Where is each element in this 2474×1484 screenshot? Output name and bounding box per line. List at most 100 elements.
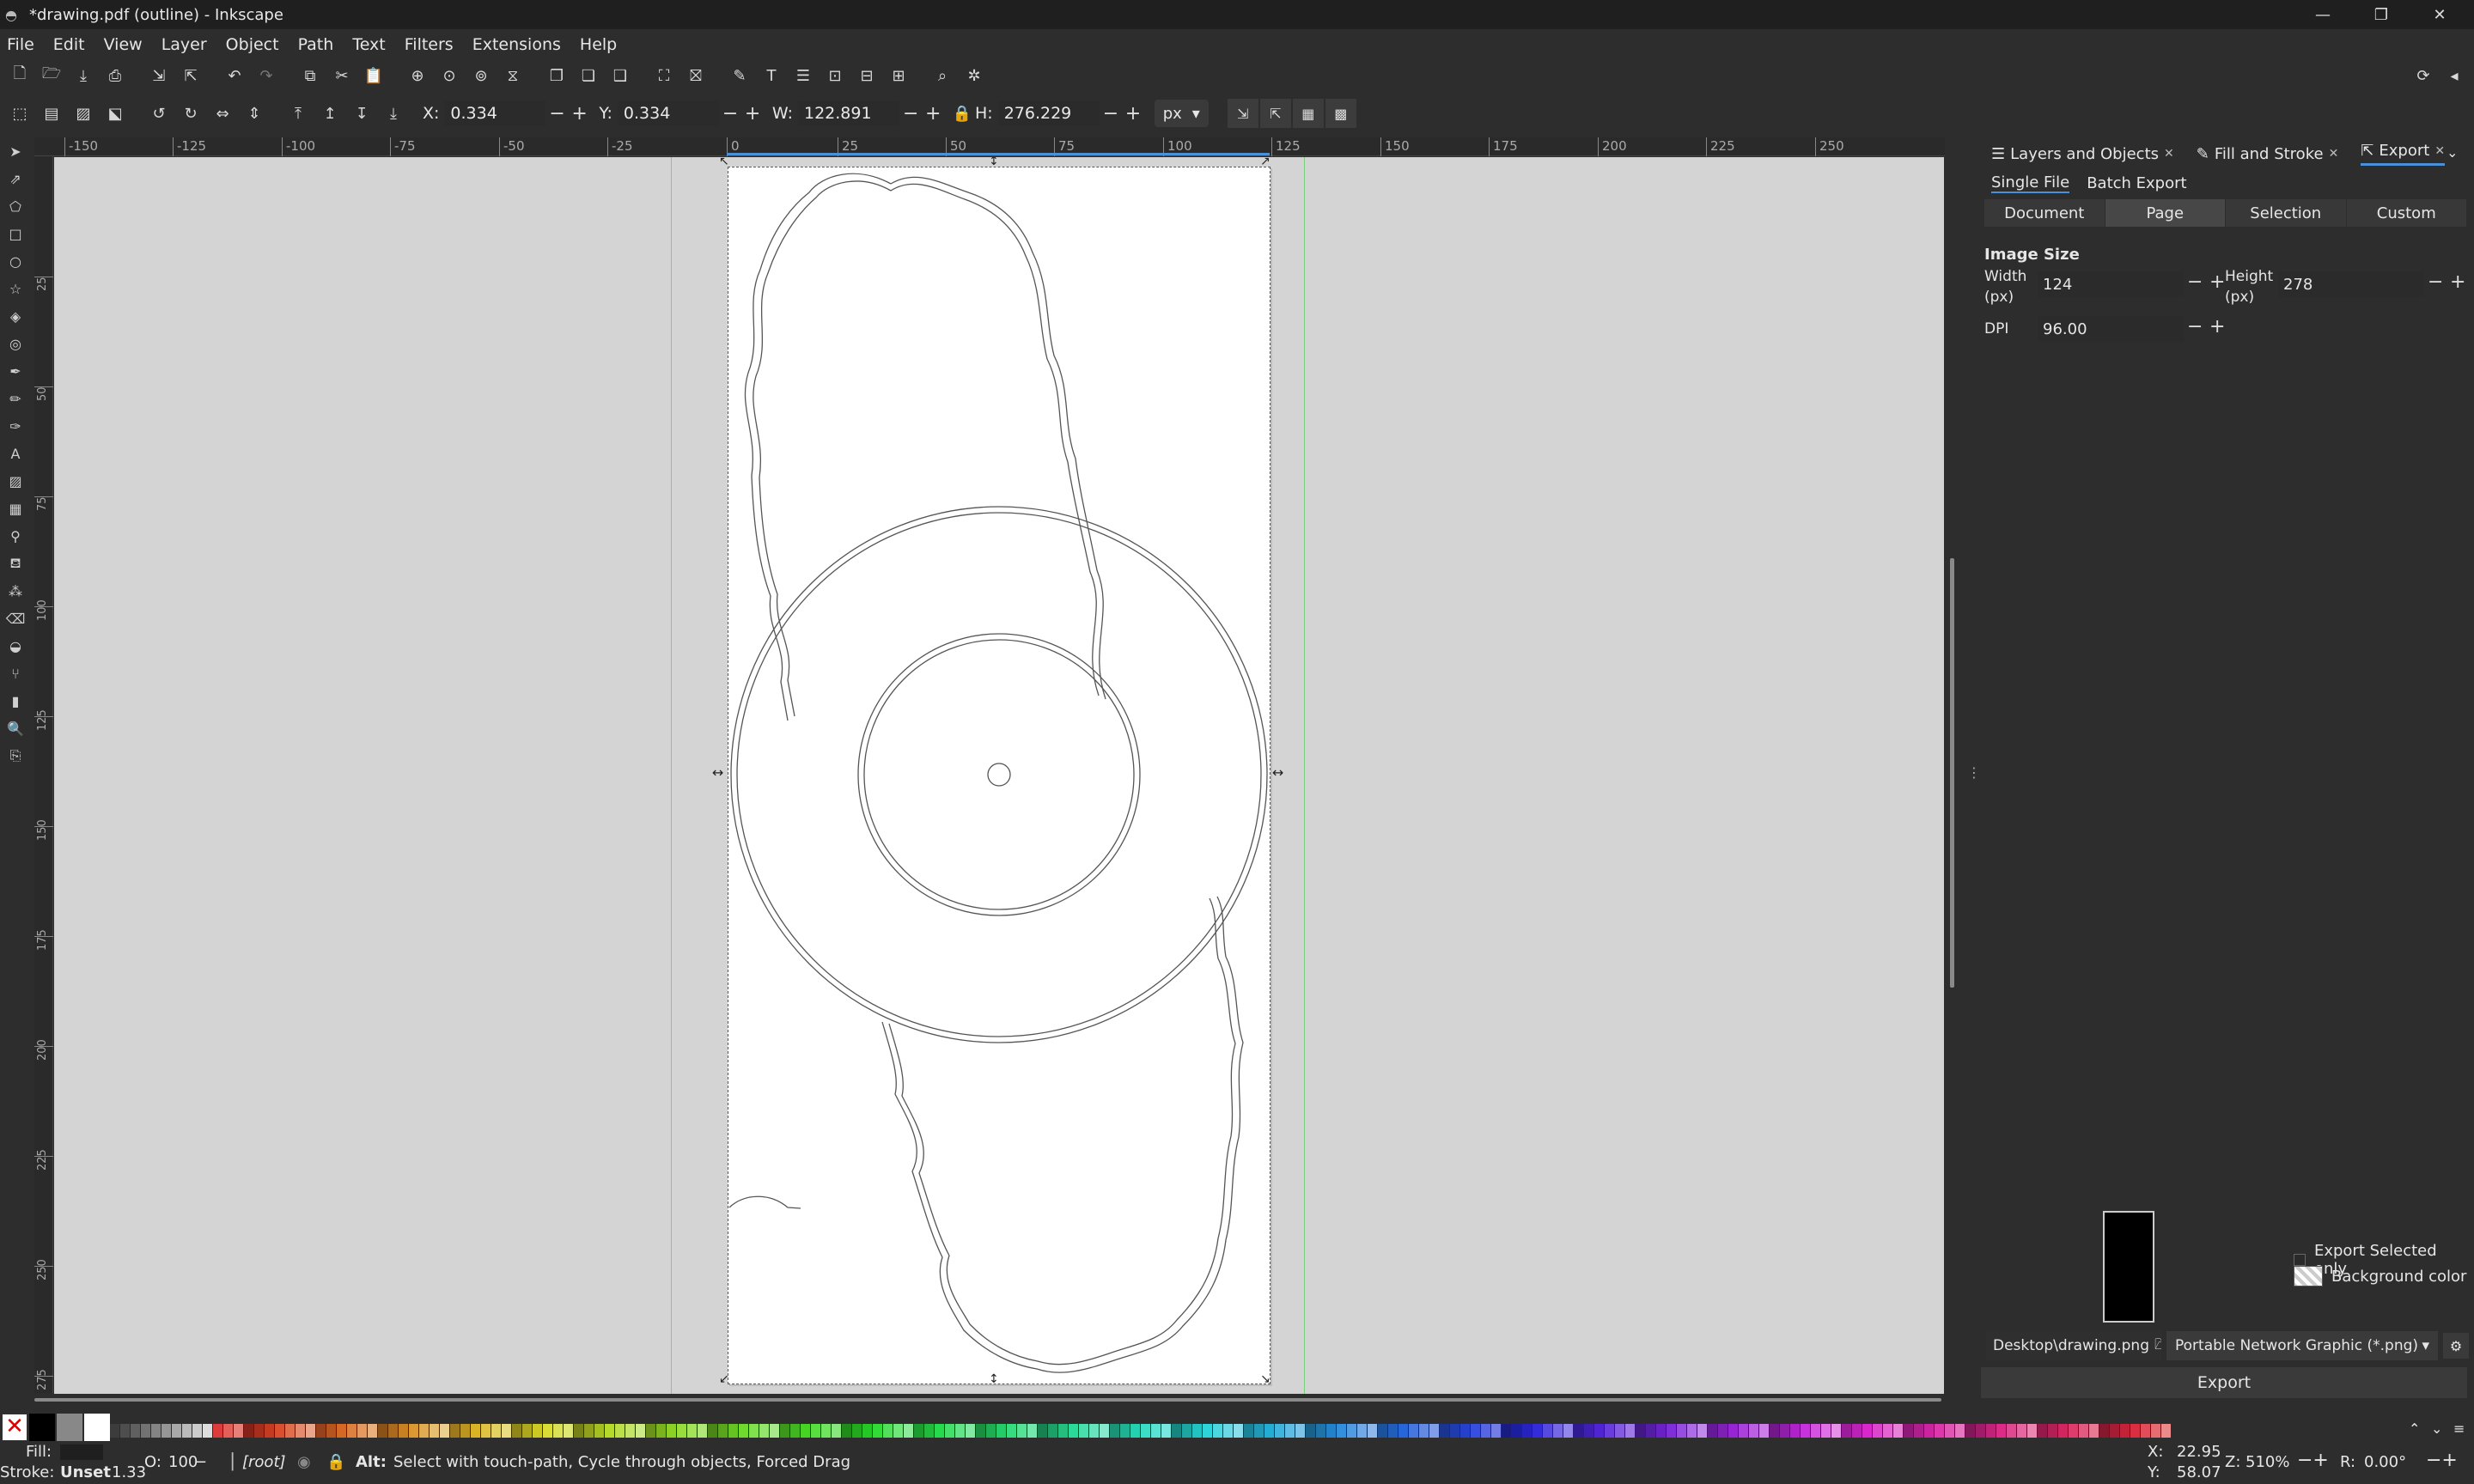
palette-swatch[interactable] xyxy=(2048,1424,2057,1438)
lower-bottom-icon[interactable]: ⤓ xyxy=(382,102,405,125)
palette-swatch[interactable] xyxy=(625,1424,635,1438)
palette-swatch[interactable] xyxy=(223,1424,233,1438)
palette-swatch[interactable] xyxy=(543,1424,552,1438)
palette-swatch[interactable] xyxy=(1749,1424,1758,1438)
batch-export-tab[interactable]: Batch Export xyxy=(2087,174,2186,192)
palette-swatch[interactable] xyxy=(1419,1424,1429,1438)
raise-top-icon[interactable]: ⤒ xyxy=(287,102,309,125)
palette-swatch[interactable] xyxy=(1450,1424,1459,1438)
palette-swatch[interactable] xyxy=(2130,1424,2140,1438)
palette-swatch[interactable] xyxy=(1801,1424,1810,1438)
palette-swatch[interactable] xyxy=(924,1424,934,1438)
palette-swatch[interactable] xyxy=(718,1424,728,1438)
scale-corners-icon[interactable]: ⇱ xyxy=(1259,99,1291,128)
palette-swatch[interactable] xyxy=(285,1424,295,1438)
palette-swatch[interactable] xyxy=(976,1424,985,1438)
zoom-field[interactable]: 510% xyxy=(2245,1453,2289,1471)
palette-swatch[interactable] xyxy=(667,1424,676,1438)
palette-swatch[interactable] xyxy=(1398,1424,1408,1438)
palette-swatch[interactable] xyxy=(966,1424,975,1438)
palette-swatch[interactable] xyxy=(1924,1424,1934,1438)
select-handle-icon[interactable]: ↕ xyxy=(989,1372,999,1386)
scrollbar-thumb[interactable] xyxy=(34,1398,1941,1402)
palette-swatch[interactable] xyxy=(1636,1424,1645,1438)
palette-swatch[interactable] xyxy=(1708,1424,1717,1438)
palette-swatch[interactable] xyxy=(821,1424,831,1438)
palette-swatch[interactable] xyxy=(512,1424,521,1438)
palette-swatch[interactable] xyxy=(1027,1424,1037,1438)
palette-swatch[interactable] xyxy=(893,1424,903,1438)
deselect-icon[interactable]: ▨ xyxy=(72,102,94,125)
vertical-scrollbar[interactable] xyxy=(1950,558,1954,988)
palette-swatch[interactable] xyxy=(1533,1424,1542,1438)
palette-swatch[interactable] xyxy=(1079,1424,1088,1438)
palette-swatch[interactable] xyxy=(842,1424,851,1438)
export-doc-icon[interactable]: ⇱ xyxy=(180,64,202,87)
palette-swatch[interactable] xyxy=(533,1424,542,1438)
fill-indicator-swatch[interactable] xyxy=(60,1444,103,1460)
palette-swatch[interactable] xyxy=(2141,1424,2150,1438)
unit-select[interactable]: px ▾ xyxy=(1154,100,1209,127)
gray-swatch[interactable] xyxy=(57,1414,82,1441)
palette-swatch[interactable] xyxy=(615,1424,625,1438)
palette-swatch[interactable] xyxy=(1161,1424,1171,1438)
palette-swatch[interactable] xyxy=(1141,1424,1150,1438)
palette-swatch[interactable] xyxy=(481,1424,491,1438)
tab-layers-and-objects[interactable]: ☰ Layers and Objects ✕ xyxy=(1991,145,2174,163)
palette-swatch[interactable] xyxy=(1697,1424,1707,1438)
tweak-tool-icon[interactable]: ⬠ xyxy=(0,192,31,220)
palette-swatch[interactable] xyxy=(564,1424,573,1438)
palette-swatch[interactable] xyxy=(1017,1424,1027,1438)
palette-swatch[interactable] xyxy=(1574,1424,1583,1438)
black-swatch[interactable] xyxy=(29,1414,55,1441)
horizontal-scrollbar[interactable] xyxy=(34,1396,1945,1403)
page[interactable]: ↖ ↕ ↗ ↔ ↔ ↙ ↕ ↘ xyxy=(712,157,1283,1386)
palette-swatch[interactable] xyxy=(935,1424,944,1438)
menu-view[interactable]: View xyxy=(104,35,143,54)
palette-swatch[interactable] xyxy=(646,1424,655,1438)
transform-icon[interactable]: ⊞ xyxy=(887,64,910,87)
palette-swatch[interactable] xyxy=(1914,1424,1923,1438)
raise-icon[interactable]: ↥ xyxy=(319,102,341,125)
select-handle-icon[interactable]: ↔ xyxy=(712,764,723,781)
paste-icon[interactable]: 📋 xyxy=(363,64,385,87)
no-paint-swatch[interactable]: ✕ xyxy=(2,1414,27,1441)
palette-swatch[interactable] xyxy=(326,1424,336,1438)
scale-stroke-icon[interactable]: ⇲ xyxy=(1227,99,1258,128)
palette-swatch[interactable] xyxy=(1223,1424,1233,1438)
select-same-icon[interactable]: ⬕ xyxy=(104,102,126,125)
palette-swatch[interactable] xyxy=(1244,1424,1253,1438)
palette-swatch[interactable] xyxy=(2007,1424,2016,1438)
snap-popover-icon[interactable]: ◂ xyxy=(2443,64,2465,87)
y-field[interactable]: 0.334 xyxy=(617,100,719,126)
palette-swatch[interactable] xyxy=(1368,1424,1377,1438)
palette-swatch[interactable] xyxy=(1038,1424,1047,1438)
height-increment-icon[interactable]: + xyxy=(2450,271,2465,293)
palette-swatch[interactable] xyxy=(1594,1424,1604,1438)
zoom-page-icon[interactable]: ⊚ xyxy=(470,64,492,87)
palette-swatch[interactable] xyxy=(1378,1424,1387,1438)
palette-swatch[interactable] xyxy=(1728,1424,1738,1438)
palette-swatch[interactable] xyxy=(1234,1424,1243,1438)
palette-swatch[interactable] xyxy=(728,1424,738,1438)
minimize-button[interactable]: — xyxy=(2294,0,2352,29)
palette-swatch[interactable] xyxy=(1110,1424,1119,1438)
palette-swatch[interactable] xyxy=(151,1424,161,1438)
palette-swatch[interactable] xyxy=(574,1424,583,1438)
open-icon[interactable]: 🗁 xyxy=(40,64,63,87)
w-decrement-icon[interactable]: − xyxy=(903,103,918,125)
menu-layer[interactable]: Layer xyxy=(161,35,207,54)
palette-swatch[interactable] xyxy=(914,1424,923,1438)
zoom-tool-icon[interactable]: 🔍 xyxy=(0,715,31,742)
zoom-drawing-icon[interactable]: ⊙ xyxy=(438,64,460,87)
palette-swatch[interactable] xyxy=(687,1424,697,1438)
palette-swatch[interactable] xyxy=(656,1424,666,1438)
palette-swatch[interactable] xyxy=(1172,1424,1181,1438)
palette-swatch[interactable] xyxy=(1770,1424,1779,1438)
export-filename-field[interactable]: Desktop\drawing.png 🗁 xyxy=(1986,1331,2161,1360)
palette-swatch[interactable] xyxy=(1471,1424,1480,1438)
palette-swatch[interactable] xyxy=(1831,1424,1841,1438)
palette-swatch[interactable] xyxy=(2017,1424,2026,1438)
palette-swatch[interactable] xyxy=(491,1424,501,1438)
redo-icon[interactable]: ↷ xyxy=(255,64,277,87)
